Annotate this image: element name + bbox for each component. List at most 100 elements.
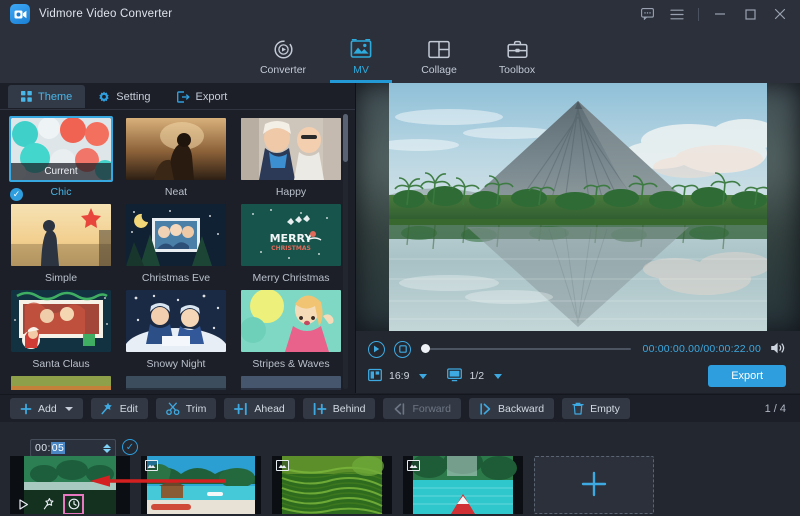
wand-icon bbox=[101, 402, 114, 415]
theme-item-partial[interactable] bbox=[6, 374, 116, 390]
seek-bar[interactable] bbox=[421, 342, 631, 356]
theme-item-merry-christmas[interactable]: MERRY CHRISTMAS Merry Christmas bbox=[236, 202, 346, 288]
clip-thumbnail[interactable] bbox=[141, 456, 261, 514]
subtab-setting[interactable]: Setting bbox=[85, 85, 163, 108]
theme-item-partial[interactable] bbox=[121, 374, 231, 390]
trim-button-label: Trim bbox=[186, 403, 207, 415]
screen-size-control[interactable]: 1/2 bbox=[447, 368, 484, 385]
theme-item-partial[interactable] bbox=[236, 374, 346, 390]
clip-thumbnail[interactable] bbox=[403, 456, 523, 514]
clip-thumbnail[interactable] bbox=[10, 456, 130, 514]
stepper-up-icon[interactable] bbox=[103, 444, 111, 448]
behind-button-label: Behind bbox=[333, 403, 366, 415]
app-window: Vidmore Video Converter bbox=[0, 0, 800, 516]
subtab-theme-label: Theme bbox=[38, 91, 72, 103]
stop-button[interactable] bbox=[394, 341, 411, 358]
theme-thumbnail bbox=[241, 290, 341, 352]
move-backward-icon bbox=[479, 403, 492, 415]
clip-item-3[interactable] bbox=[272, 456, 392, 514]
theme-item-christmas-eve[interactable]: Christmas Eve bbox=[121, 202, 231, 288]
nav-tab-mv[interactable]: MV bbox=[322, 28, 400, 83]
stepper-down-icon[interactable] bbox=[103, 449, 111, 453]
clip-toolbar: Add Edit Trim Ahead Behind bbox=[0, 394, 800, 422]
subtab-theme[interactable]: Theme bbox=[8, 85, 85, 108]
nav-tab-toolbox[interactable]: Toolbox bbox=[478, 28, 556, 83]
play-button[interactable] bbox=[368, 341, 385, 358]
nav-tab-mv-label: MV bbox=[353, 64, 369, 76]
scissors-icon bbox=[166, 402, 180, 415]
theme-label: Stripes & Waves bbox=[236, 358, 346, 370]
theme-thumbnail bbox=[11, 376, 111, 390]
export-button[interactable]: Export bbox=[708, 365, 786, 387]
behind-button[interactable]: Behind bbox=[303, 398, 376, 419]
theme-thumbnail bbox=[241, 118, 341, 180]
preview-video[interactable] bbox=[389, 83, 767, 331]
forward-button-label: Forward bbox=[412, 403, 451, 415]
main-nav: Converter MV Collage bbox=[0, 28, 800, 83]
theme-item-chic[interactable]: Current ✓ Chic bbox=[6, 116, 116, 202]
title-bar: Vidmore Video Converter bbox=[0, 0, 800, 28]
edit-button[interactable]: Edit bbox=[91, 398, 148, 419]
gear-icon bbox=[98, 91, 110, 103]
screen-size-caret-icon[interactable] bbox=[494, 374, 502, 379]
nav-tab-converter[interactable]: Converter bbox=[244, 28, 322, 83]
theme-label: Christmas Eve bbox=[121, 272, 231, 284]
theme-item-santa-claus[interactable]: Santa Claus bbox=[6, 288, 116, 374]
clip-effect-icon[interactable] bbox=[41, 497, 56, 512]
duration-input[interactable]: 00:05 bbox=[30, 439, 116, 457]
chevron-down-icon[interactable] bbox=[65, 407, 73, 411]
subtab-setting-label: Setting bbox=[116, 91, 150, 103]
empty-button[interactable]: Empty bbox=[562, 398, 630, 419]
add-clip-button[interactable] bbox=[534, 456, 654, 514]
nav-tab-collage-label: Collage bbox=[421, 64, 457, 76]
duration-confirm-button[interactable]: ✓ bbox=[122, 439, 138, 455]
minimize-button[interactable] bbox=[706, 2, 734, 26]
clip-item-2[interactable] bbox=[141, 456, 261, 514]
aspect-ratio-caret-icon[interactable] bbox=[419, 374, 427, 379]
clip-duration-icon[interactable] bbox=[66, 497, 81, 512]
move-forward-icon bbox=[393, 403, 406, 415]
add-clip-slot[interactable] bbox=[534, 456, 654, 514]
ahead-button[interactable]: Ahead bbox=[224, 398, 294, 419]
close-button[interactable] bbox=[766, 2, 794, 26]
clip-play-icon[interactable] bbox=[16, 497, 31, 512]
video-camera-icon bbox=[10, 4, 30, 24]
aspect-ratio-icon bbox=[368, 368, 382, 385]
subtab-export-label: Export bbox=[196, 91, 228, 103]
theme-label: Merry Christmas bbox=[236, 272, 346, 284]
clip-item-4[interactable] bbox=[403, 456, 523, 514]
theme-item-snowy-night[interactable]: Snowy Night bbox=[121, 288, 231, 374]
aspect-ratio-control[interactable]: 16:9 bbox=[368, 368, 409, 385]
insert-ahead-icon bbox=[234, 403, 248, 415]
mv-icon bbox=[350, 37, 372, 61]
backward-button[interactable]: Backward bbox=[469, 398, 554, 419]
maximize-button[interactable] bbox=[736, 2, 764, 26]
clip-item-1[interactable]: 00:05 ✓ bbox=[10, 456, 130, 514]
theme-scrollbar-thumb[interactable] bbox=[343, 114, 348, 162]
duration-stepper[interactable] bbox=[103, 444, 111, 453]
seek-handle[interactable] bbox=[421, 344, 430, 353]
theme-item-stripes-waves[interactable]: Stripes & Waves bbox=[236, 288, 346, 374]
feedback-button[interactable] bbox=[633, 2, 661, 26]
duration-value: 00:05 bbox=[35, 442, 65, 454]
theme-item-happy[interactable]: Happy bbox=[236, 116, 346, 202]
image-type-badge bbox=[407, 460, 420, 471]
add-button[interactable]: Add bbox=[10, 398, 83, 419]
theme-item-neat[interactable]: Neat bbox=[121, 116, 231, 202]
theme-label: Simple bbox=[6, 272, 116, 284]
subtab-export[interactable]: Export bbox=[164, 85, 241, 108]
trim-button[interactable]: Trim bbox=[156, 398, 217, 419]
theme-label: Santa Claus bbox=[6, 358, 116, 370]
nav-tab-collage[interactable]: Collage bbox=[400, 28, 478, 83]
menu-button[interactable] bbox=[663, 2, 691, 26]
theme-scrollbar[interactable] bbox=[343, 114, 348, 389]
edit-button-label: Edit bbox=[120, 403, 138, 415]
theme-list: Current ✓ Chic bbox=[0, 110, 355, 393]
theme-item-simple[interactable]: Simple bbox=[6, 202, 116, 288]
forward-button[interactable]: Forward bbox=[383, 398, 461, 419]
toolbox-icon bbox=[507, 37, 528, 61]
volume-icon[interactable] bbox=[770, 341, 786, 358]
theme-label: Happy bbox=[236, 186, 346, 198]
clip-thumbnail[interactable] bbox=[272, 456, 392, 514]
converter-icon bbox=[273, 37, 294, 61]
